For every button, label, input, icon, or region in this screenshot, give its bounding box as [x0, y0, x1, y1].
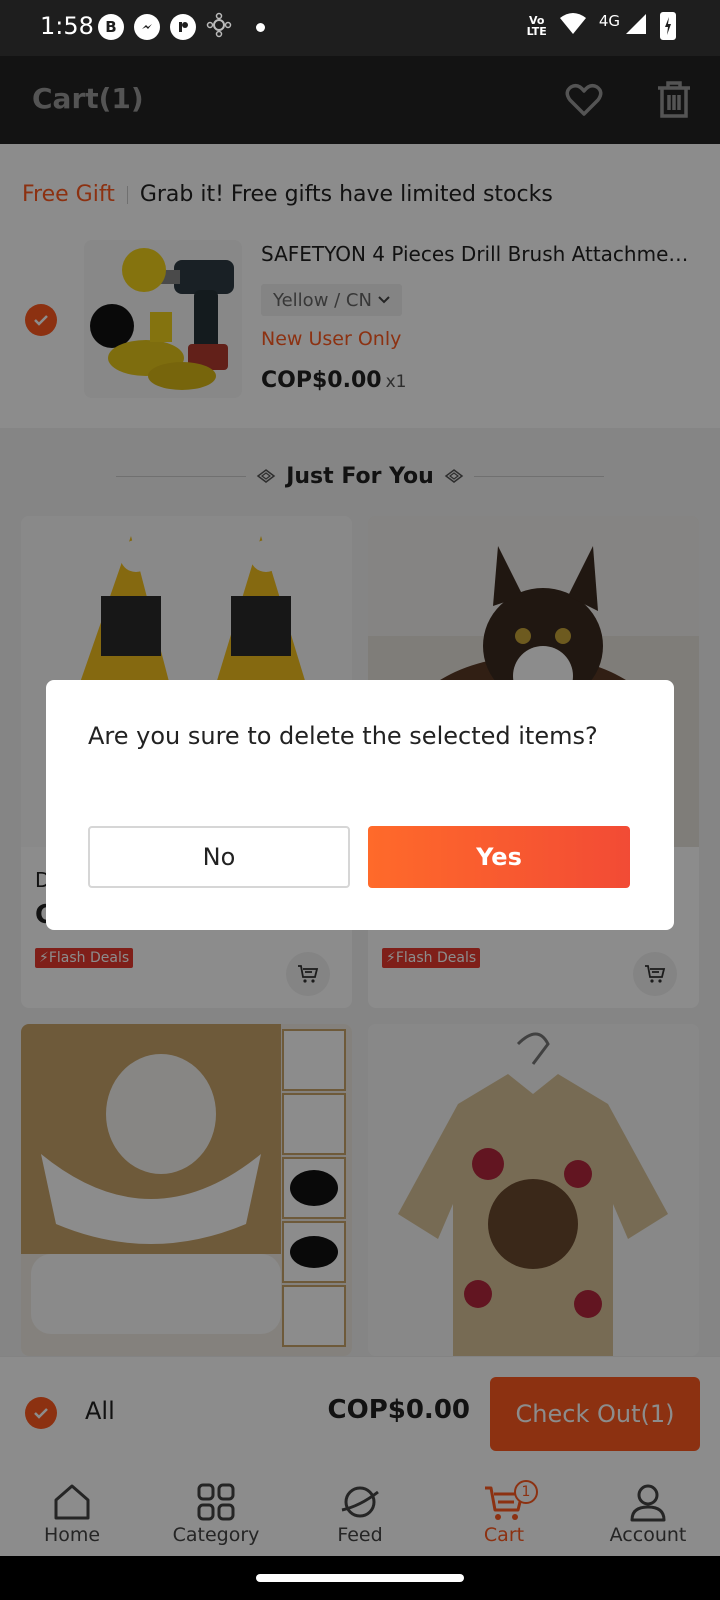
b-app-icon: B: [98, 14, 124, 40]
yes-button[interactable]: Yes: [368, 826, 630, 888]
app-notification-icon: [170, 14, 196, 40]
signal-icon: [624, 12, 648, 40]
wifi-icon: [559, 12, 587, 40]
volte-icon: Vo LTE: [526, 14, 547, 38]
delete-confirm-dialog: Are you sure to delete the selected item…: [46, 680, 674, 930]
network-type: 4G: [598, 12, 620, 30]
home-gesture-handle[interactable]: [256, 1574, 464, 1582]
messenger-icon: [134, 14, 160, 40]
battery-icon: [660, 12, 676, 40]
settings-cog-icon: [206, 12, 232, 42]
system-gesture-bar: [0, 1556, 720, 1600]
status-bar: 1:58 B Vo LTE 4G: [0, 0, 720, 56]
status-time: 1:58: [40, 12, 94, 40]
no-button[interactable]: No: [88, 826, 350, 888]
more-notifications-dot-icon: [256, 22, 265, 32]
dialog-message: Are you sure to delete the selected item…: [88, 722, 598, 750]
